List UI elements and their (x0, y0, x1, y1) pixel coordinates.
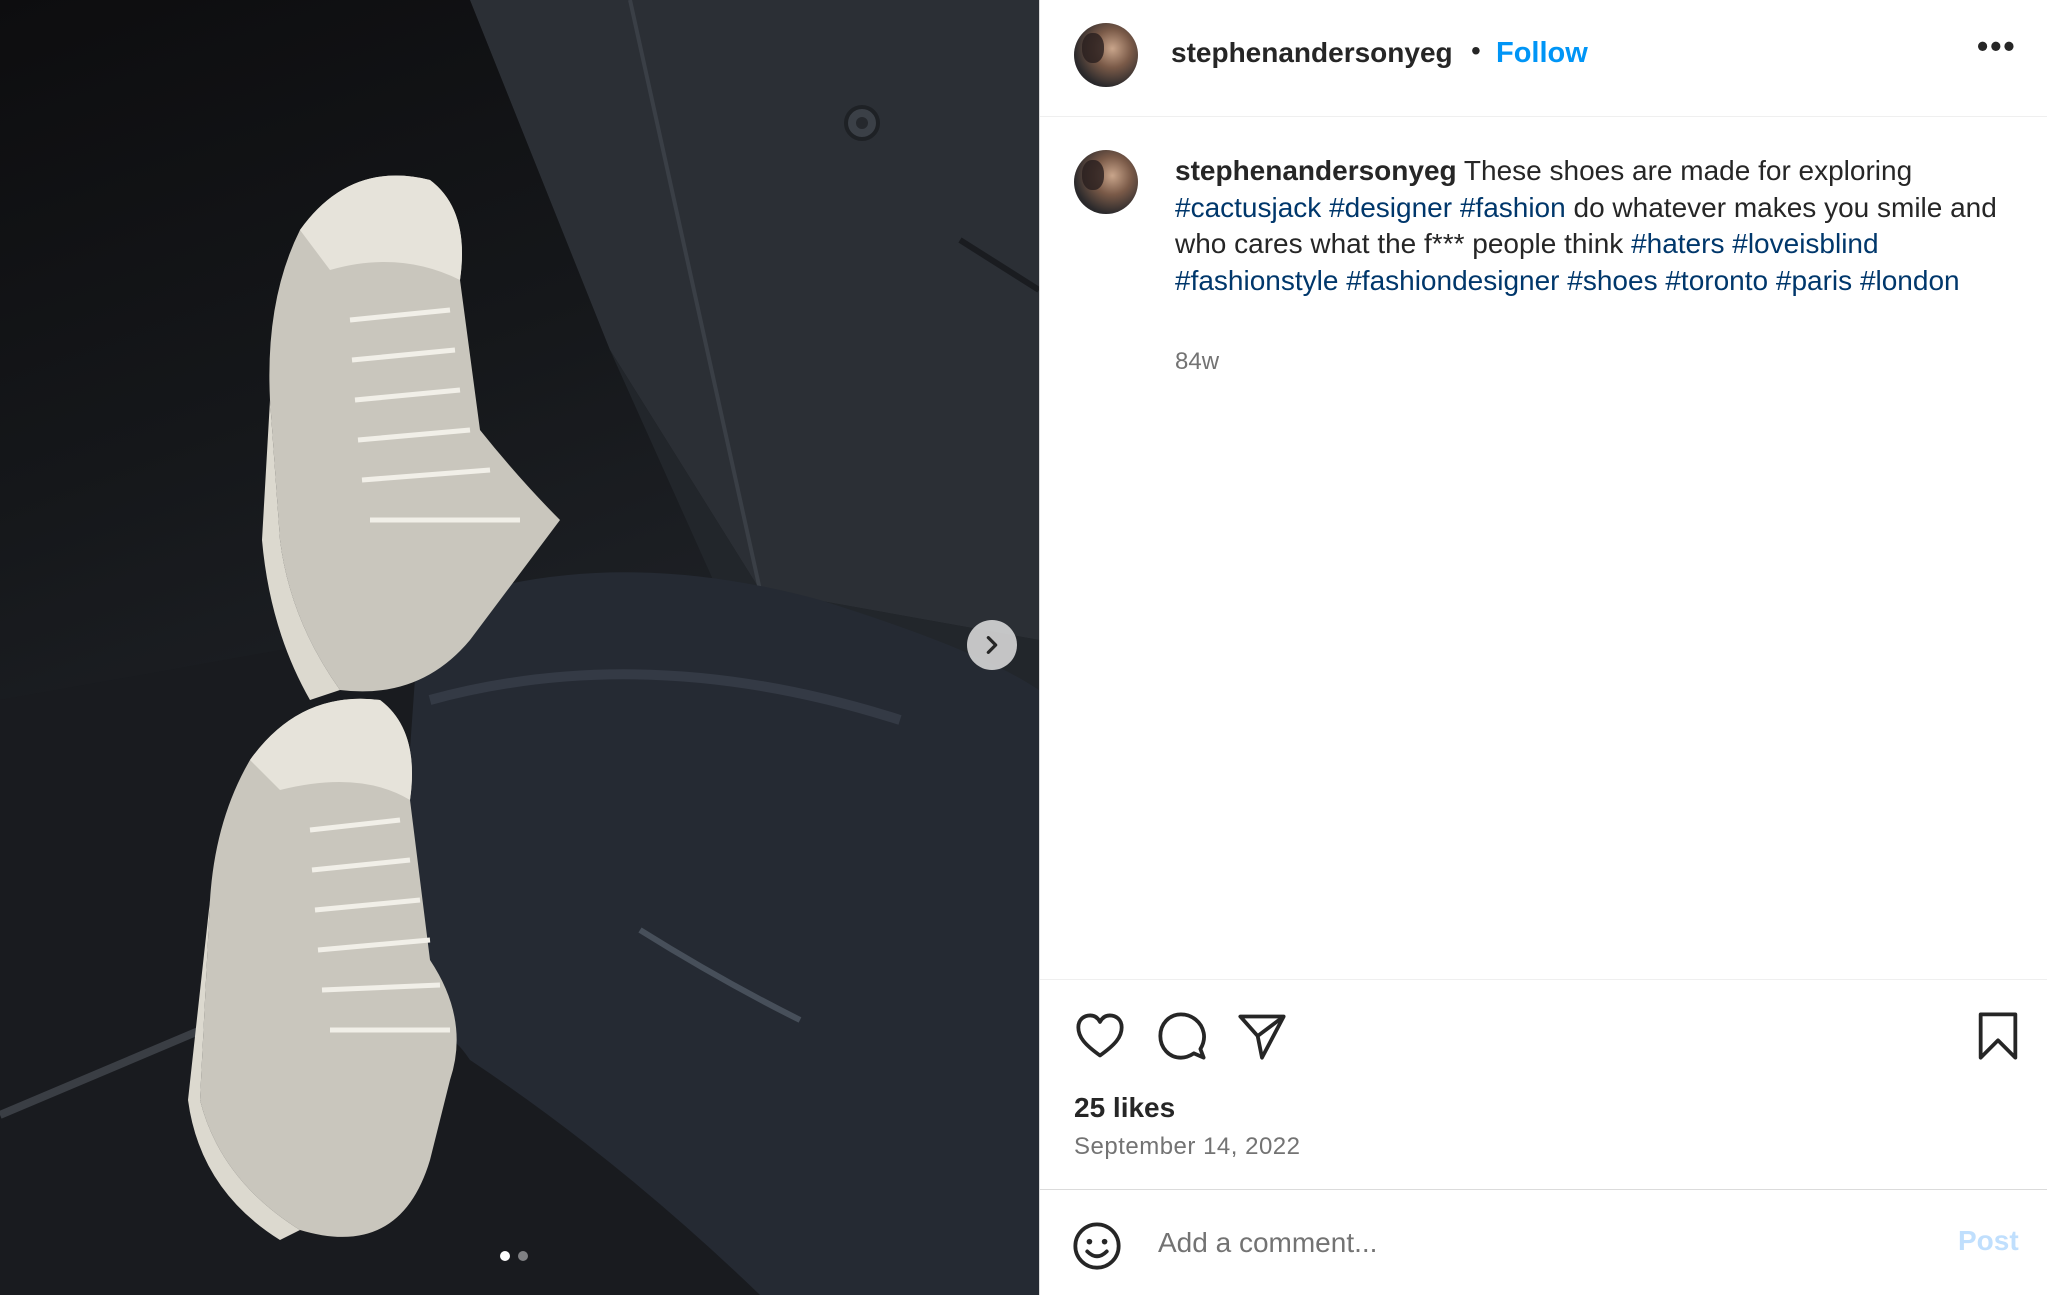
more-options-icon[interactable]: ••• (1977, 30, 2017, 62)
comment-bar: Post (1040, 1189, 2047, 1295)
share-icon[interactable] (1236, 1010, 1288, 1062)
carousel-next-button[interactable] (967, 620, 1017, 670)
post-comment-button[interactable]: Post (1958, 1225, 2019, 1257)
caption-text: These shoes are made for exploring (1463, 155, 1913, 186)
header-separator: • (1471, 35, 1481, 66)
caption-area: stephenandersonyeg These shoes are made … (1040, 117, 2047, 979)
author-avatar[interactable] (1074, 23, 1138, 87)
follow-button[interactable]: Follow (1496, 37, 1588, 70)
post-date[interactable]: September 14, 2022 (1074, 1133, 1301, 1161)
likes-count[interactable]: 25 likes (1074, 1092, 1175, 1124)
post-details-panel: stephenandersonyeg • Follow ••• stephena… (1039, 0, 2047, 1295)
hashtag[interactable]: #cactusjack (1175, 192, 1321, 223)
post-photo[interactable] (0, 0, 1039, 1295)
hashtag[interactable]: #paris (1776, 265, 1852, 296)
post-actions: 25 likes September 14, 2022 (1040, 979, 2047, 1189)
caption-username[interactable]: stephenandersonyeg (1175, 155, 1457, 186)
hashtag[interactable]: #fashionstyle (1175, 265, 1338, 296)
hashtag[interactable]: #loveisblind (1732, 228, 1878, 259)
carousel-dot (518, 1251, 528, 1261)
hashtag[interactable]: #fashion (1460, 192, 1566, 223)
author-username[interactable]: stephenandersonyeg (1171, 37, 1453, 69)
bookmark-icon[interactable] (1972, 1010, 2024, 1062)
comment-input[interactable] (1156, 1218, 1940, 1268)
hashtag[interactable]: #shoes (1567, 265, 1657, 296)
chevron-right-icon (986, 636, 998, 654)
post-header: stephenandersonyeg • Follow ••• (1040, 0, 2047, 117)
post-time-ago[interactable]: 84w (1175, 348, 1219, 376)
carousel-dot-active (500, 1251, 510, 1261)
hashtag[interactable]: #london (1860, 265, 1960, 296)
photo-scene (0, 0, 1039, 1295)
caption-avatar[interactable] (1074, 150, 1138, 214)
hashtag[interactable]: #toronto (1665, 265, 1768, 296)
emoji-icon[interactable] (1071, 1220, 1123, 1272)
hashtag[interactable]: #designer (1329, 192, 1452, 223)
hashtag[interactable]: #haters (1631, 228, 1724, 259)
post-caption: stephenandersonyeg These shoes are made … (1175, 153, 2005, 299)
heart-icon[interactable] (1074, 1010, 1126, 1062)
hashtag[interactable]: #fashiondesigner (1346, 265, 1559, 296)
carousel-indicator (500, 1251, 528, 1261)
comment-icon[interactable] (1156, 1010, 1208, 1062)
